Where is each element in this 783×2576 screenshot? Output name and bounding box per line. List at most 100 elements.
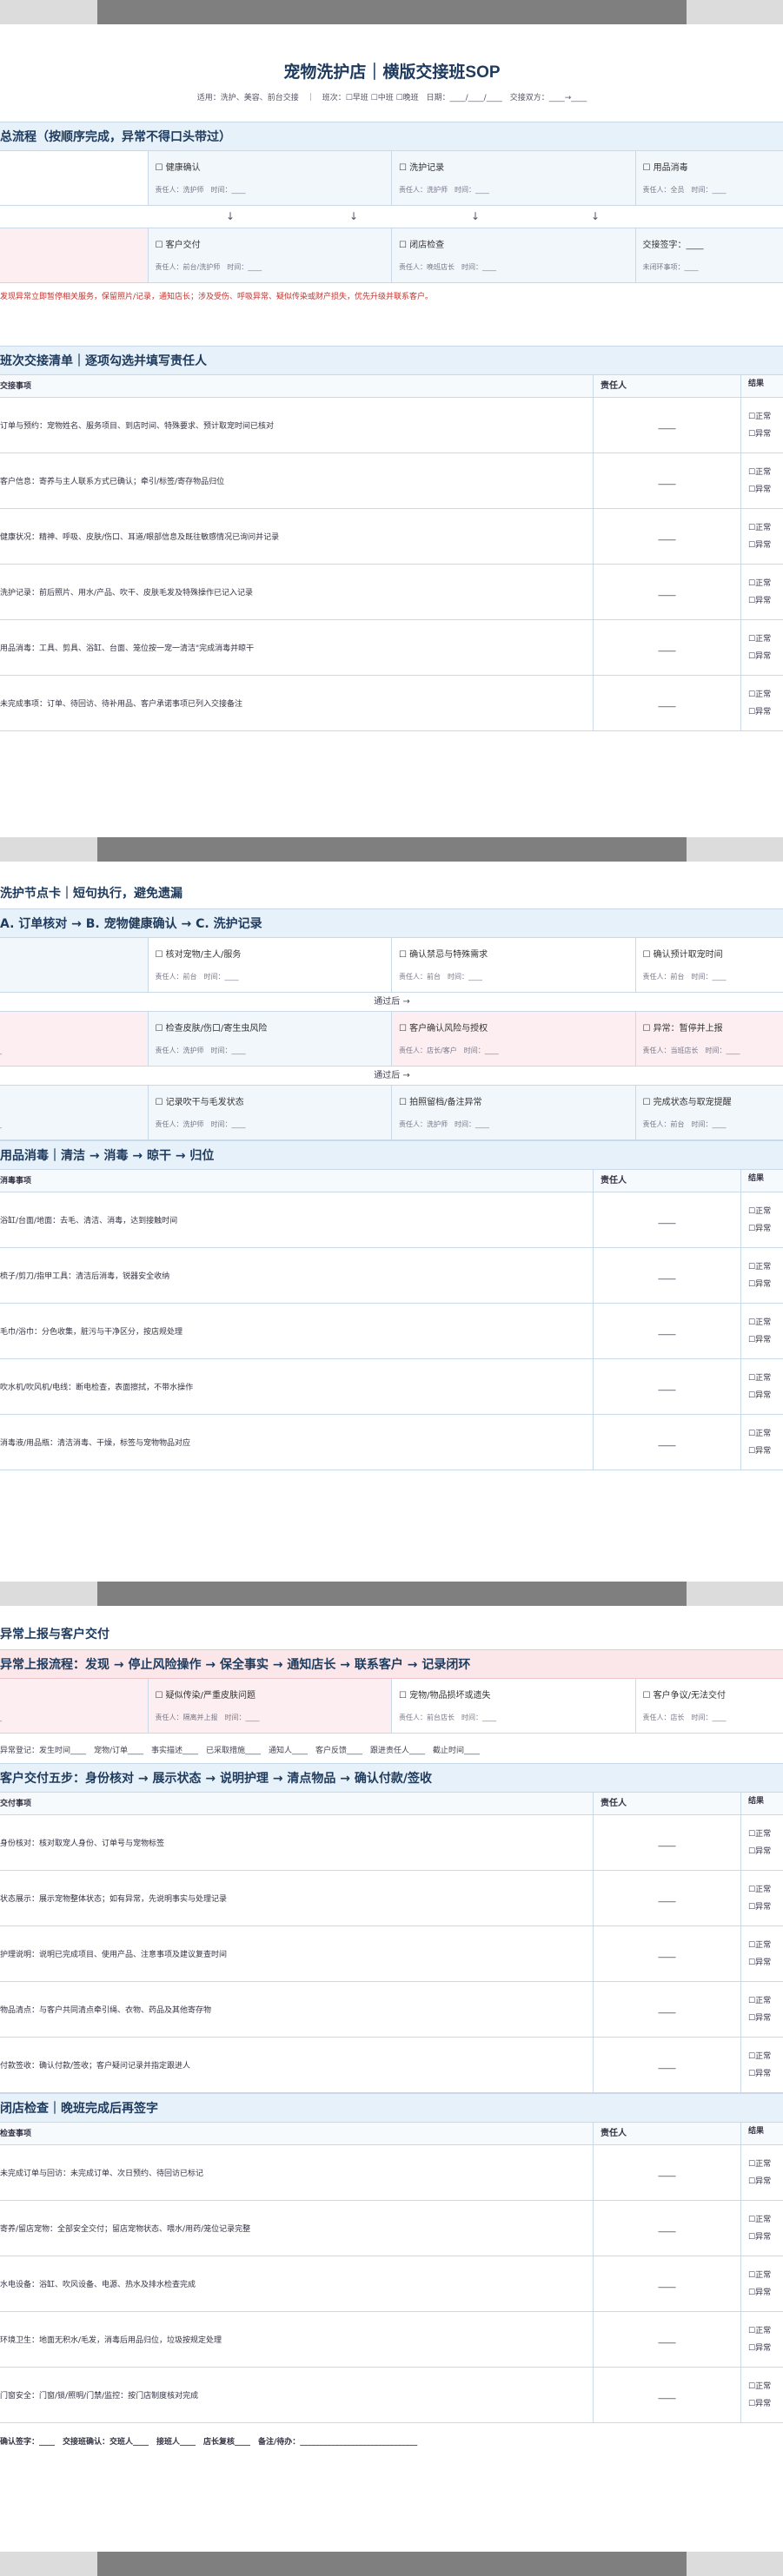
flow-node[interactable]: ☐ 宠物/物品损坏或遗失 责任人：前台店长 时间：____	[392, 1679, 636, 1733]
flow-node[interactable]: ☐ 疑似传染/严重皮肤问题 责任人：隔离并上报 时间：____	[148, 1679, 392, 1733]
flow-node[interactable]: ☐ 用品消毒 责任人：全员 时间：____	[635, 151, 783, 205]
owner-field[interactable]: ____	[593, 1982, 740, 2037]
flow-node[interactable]: ☐ 异常处理责任人：店长 时间：____	[0, 228, 149, 282]
flow-node[interactable]: 交接签字：____ 未闭环事项：____	[635, 228, 783, 282]
owner-field[interactable]: ____	[593, 2145, 740, 2200]
abnormal-checkbox[interactable]: ☐异常	[748, 592, 783, 610]
owner-field[interactable]: ____	[593, 1359, 740, 1414]
normal-checkbox[interactable]: ☐正常	[748, 1937, 783, 1954]
normal-checkbox[interactable]: ☐正常	[748, 1826, 783, 1843]
table-row: 浴缸/台面/地面：去毛、清洁、消毒，达到接触时间 ____ ☐正常 ☐异常	[0, 1192, 783, 1248]
table-row: 状态展示：展示宠物整体状态；如有异常，先说明事实与处理记录 ____ ☐正常 ☐异常	[0, 1871, 783, 1926]
flow-node[interactable]: ☐ 洗护记录 责任人：洗护师 时间：____	[392, 151, 636, 205]
flow-node[interactable]: ☐ 异常：暂停并上报 责任人：当班店长 时间：____	[635, 1012, 783, 1066]
normal-checkbox[interactable]: ☐正常	[748, 2211, 783, 2229]
abnormal-checkbox[interactable]: ☐异常	[748, 2284, 783, 2302]
owner-field[interactable]: ____	[593, 620, 740, 675]
owner-field[interactable]: ____	[593, 1248, 740, 1303]
flow-node[interactable]: ☐ 客户确认风险与授权 责任人：店长/客户 时间：____	[392, 1012, 636, 1066]
flow-node[interactable]: ☐ 客户争议/无法交付 责任人：店长 时间：____	[635, 1679, 783, 1733]
abnormal-checkbox[interactable]: ☐异常	[748, 1276, 783, 1293]
normal-checkbox[interactable]: ☐正常	[748, 2378, 783, 2395]
abnormal-checkbox[interactable]: ☐异常	[748, 481, 783, 499]
normal-checkbox[interactable]: ☐正常	[748, 464, 783, 481]
normal-checkbox[interactable]: ☐正常	[748, 2267, 783, 2284]
flow-node[interactable]: ☐ 受伤/出血/呼吸异常责任人：当事人 时间：____	[0, 1679, 149, 1733]
normal-checkbox[interactable]: ☐正常	[748, 1425, 783, 1443]
table-row: 门窗安全：门窗/锁/照明/门禁/监控：按门店制度核对完成 ____ ☐正常 ☐异常	[0, 2368, 783, 2423]
normal-checkbox[interactable]: ☐正常	[748, 1370, 783, 1387]
flow-node[interactable]: ☐ 观察精神与呼吸责任人：洗护师 时间：____	[0, 1012, 149, 1066]
owner-field[interactable]: ____	[593, 2312, 740, 2367]
abnormal-checkbox[interactable]: ☐异常	[748, 1331, 783, 1349]
normal-checkbox[interactable]: ☐正常	[748, 1314, 783, 1331]
row-item: 吹水机/吹风机/电线：断电检查，表面擦拭，不带水操作	[0, 1384, 194, 1392]
abnormal-checkbox[interactable]: ☐异常	[748, 2229, 783, 2246]
abnormal-checkbox[interactable]: ☐异常	[748, 1220, 783, 1238]
flow-node[interactable]: ☐ 确认预计取宠时间 责任人：前台 时间：____	[635, 938, 783, 992]
flow-node[interactable]: ☐ 确认禁忌与特殊需求 责任人：前台 时间：____	[392, 938, 636, 992]
normal-checkbox[interactable]: ☐正常	[748, 519, 783, 537]
pass-label: 通过后 →	[0, 993, 783, 1012]
flow-node[interactable]: ☐ 核对宠物/主人/服务 责任人：前台 时间：____	[148, 938, 392, 992]
abnormal-checkbox[interactable]: ☐异常	[748, 1954, 783, 1972]
normal-checkbox[interactable]: ☐正常	[748, 686, 783, 703]
normal-checkbox[interactable]: ☐正常	[748, 1203, 783, 1220]
owner-field[interactable]: ____	[593, 453, 740, 508]
flow-node[interactable]: ☐ 完成状态与取宠提醒 责任人：前台 时间：____	[635, 1086, 783, 1139]
flow-node[interactable]: 确认接待订单与到店责任人：前台 时间：____	[0, 151, 149, 205]
abnormal-checkbox[interactable]: ☐异常	[748, 1843, 783, 1860]
node-meta: 责任人：晚班店长 时间：____	[399, 263, 496, 271]
abnormal-checkbox[interactable]: ☐异常	[748, 648, 783, 665]
flow-node[interactable]: ☐ 健康确认 责任人：洗护师 时间：____	[148, 151, 392, 205]
owner-field[interactable]: ____	[593, 676, 740, 730]
abnormal-checkbox[interactable]: ☐异常	[748, 2173, 783, 2190]
flow-node[interactable]: ☐ 客户交付 责任人：前台/洗护师 时间：____	[148, 228, 392, 282]
result-options: ☐正常 ☐异常	[740, 1815, 783, 1870]
owner-field[interactable]: ____	[593, 2256, 740, 2311]
normal-checkbox[interactable]: ☐正常	[748, 631, 783, 648]
abnormal-checkbox[interactable]: ☐异常	[748, 2395, 783, 2413]
abnormal-checkbox[interactable]: ☐异常	[748, 1443, 783, 1460]
result-options: ☐正常 ☐异常	[740, 1192, 783, 1247]
owner-field[interactable]: ____	[593, 1304, 740, 1358]
owner-field[interactable]: ____	[593, 398, 740, 452]
row-item: 护理说明：说明已完成项目、使用产品、注意事项及建议复查时间	[0, 1951, 228, 1959]
normal-checkbox[interactable]: ☐正常	[748, 1881, 783, 1899]
abnormal-checkbox[interactable]: ☐异常	[748, 1387, 783, 1404]
normal-checkbox[interactable]: ☐正常	[748, 575, 783, 592]
normal-checkbox[interactable]: ☐正常	[748, 1992, 783, 2010]
flow-node[interactable]: ☐ 检查皮肤/伤口/寄生虫风险 责任人：洗护师 时间：____	[148, 1012, 392, 1066]
owner-field[interactable]: ____	[593, 2368, 740, 2422]
result-options: ☐正常 ☐异常	[740, 2145, 783, 2200]
table-header: 交付事项 责任人 结果	[0, 1793, 783, 1815]
normal-checkbox[interactable]: ☐正常	[748, 2156, 783, 2173]
owner-field[interactable]: ____	[593, 509, 740, 564]
flow-node[interactable]: ☐ 拍照留档/备注异常 责任人：洗护师 时间：____	[392, 1086, 636, 1139]
abnormal-checkbox[interactable]: ☐异常	[748, 2065, 783, 2083]
node-label: 确认接待订单与到店	[0, 160, 141, 173]
abnormal-checkbox[interactable]: ☐异常	[748, 537, 783, 554]
abnormal-checkbox[interactable]: ☐异常	[748, 703, 783, 721]
flow-node[interactable]: ☐ 记录产品/水温/时长责任人：洗护师 时间：____	[0, 1086, 149, 1139]
normal-checkbox[interactable]: ☐正常	[748, 408, 783, 426]
owner-field[interactable]: ____	[593, 2038, 740, 2092]
owner-field[interactable]: ____	[593, 1871, 740, 1925]
normal-checkbox[interactable]: ☐正常	[748, 1258, 783, 1276]
owner-field[interactable]: ____	[593, 1192, 740, 1247]
flow-node[interactable]: ☐ 记录吹干与毛发状态 责任人：洗护师 时间：____	[148, 1086, 392, 1139]
owner-field[interactable]: ____	[593, 1926, 740, 1981]
owner-field[interactable]: ____	[593, 1815, 740, 1870]
abnormal-checkbox[interactable]: ☐异常	[748, 426, 783, 443]
normal-checkbox[interactable]: ☐正常	[748, 2048, 783, 2065]
abnormal-checkbox[interactable]: ☐异常	[748, 1899, 783, 1916]
abnormal-checkbox[interactable]: ☐异常	[748, 2340, 783, 2357]
result-options: ☐正常 ☐异常	[740, 1871, 783, 1925]
owner-field[interactable]: ____	[593, 565, 740, 619]
flow-node[interactable]: ☐ 闭店检查 责任人：晚班店长 时间：____	[392, 228, 636, 282]
flow-node[interactable]: ☐ 核对系统与纸单责任人：前台 时间：____	[0, 938, 149, 992]
owner-field[interactable]: ____	[593, 1415, 740, 1470]
abnormal-checkbox[interactable]: ☐异常	[748, 2010, 783, 2027]
owner-field[interactable]: ____	[593, 2201, 740, 2256]
normal-checkbox[interactable]: ☐正常	[748, 2322, 783, 2340]
